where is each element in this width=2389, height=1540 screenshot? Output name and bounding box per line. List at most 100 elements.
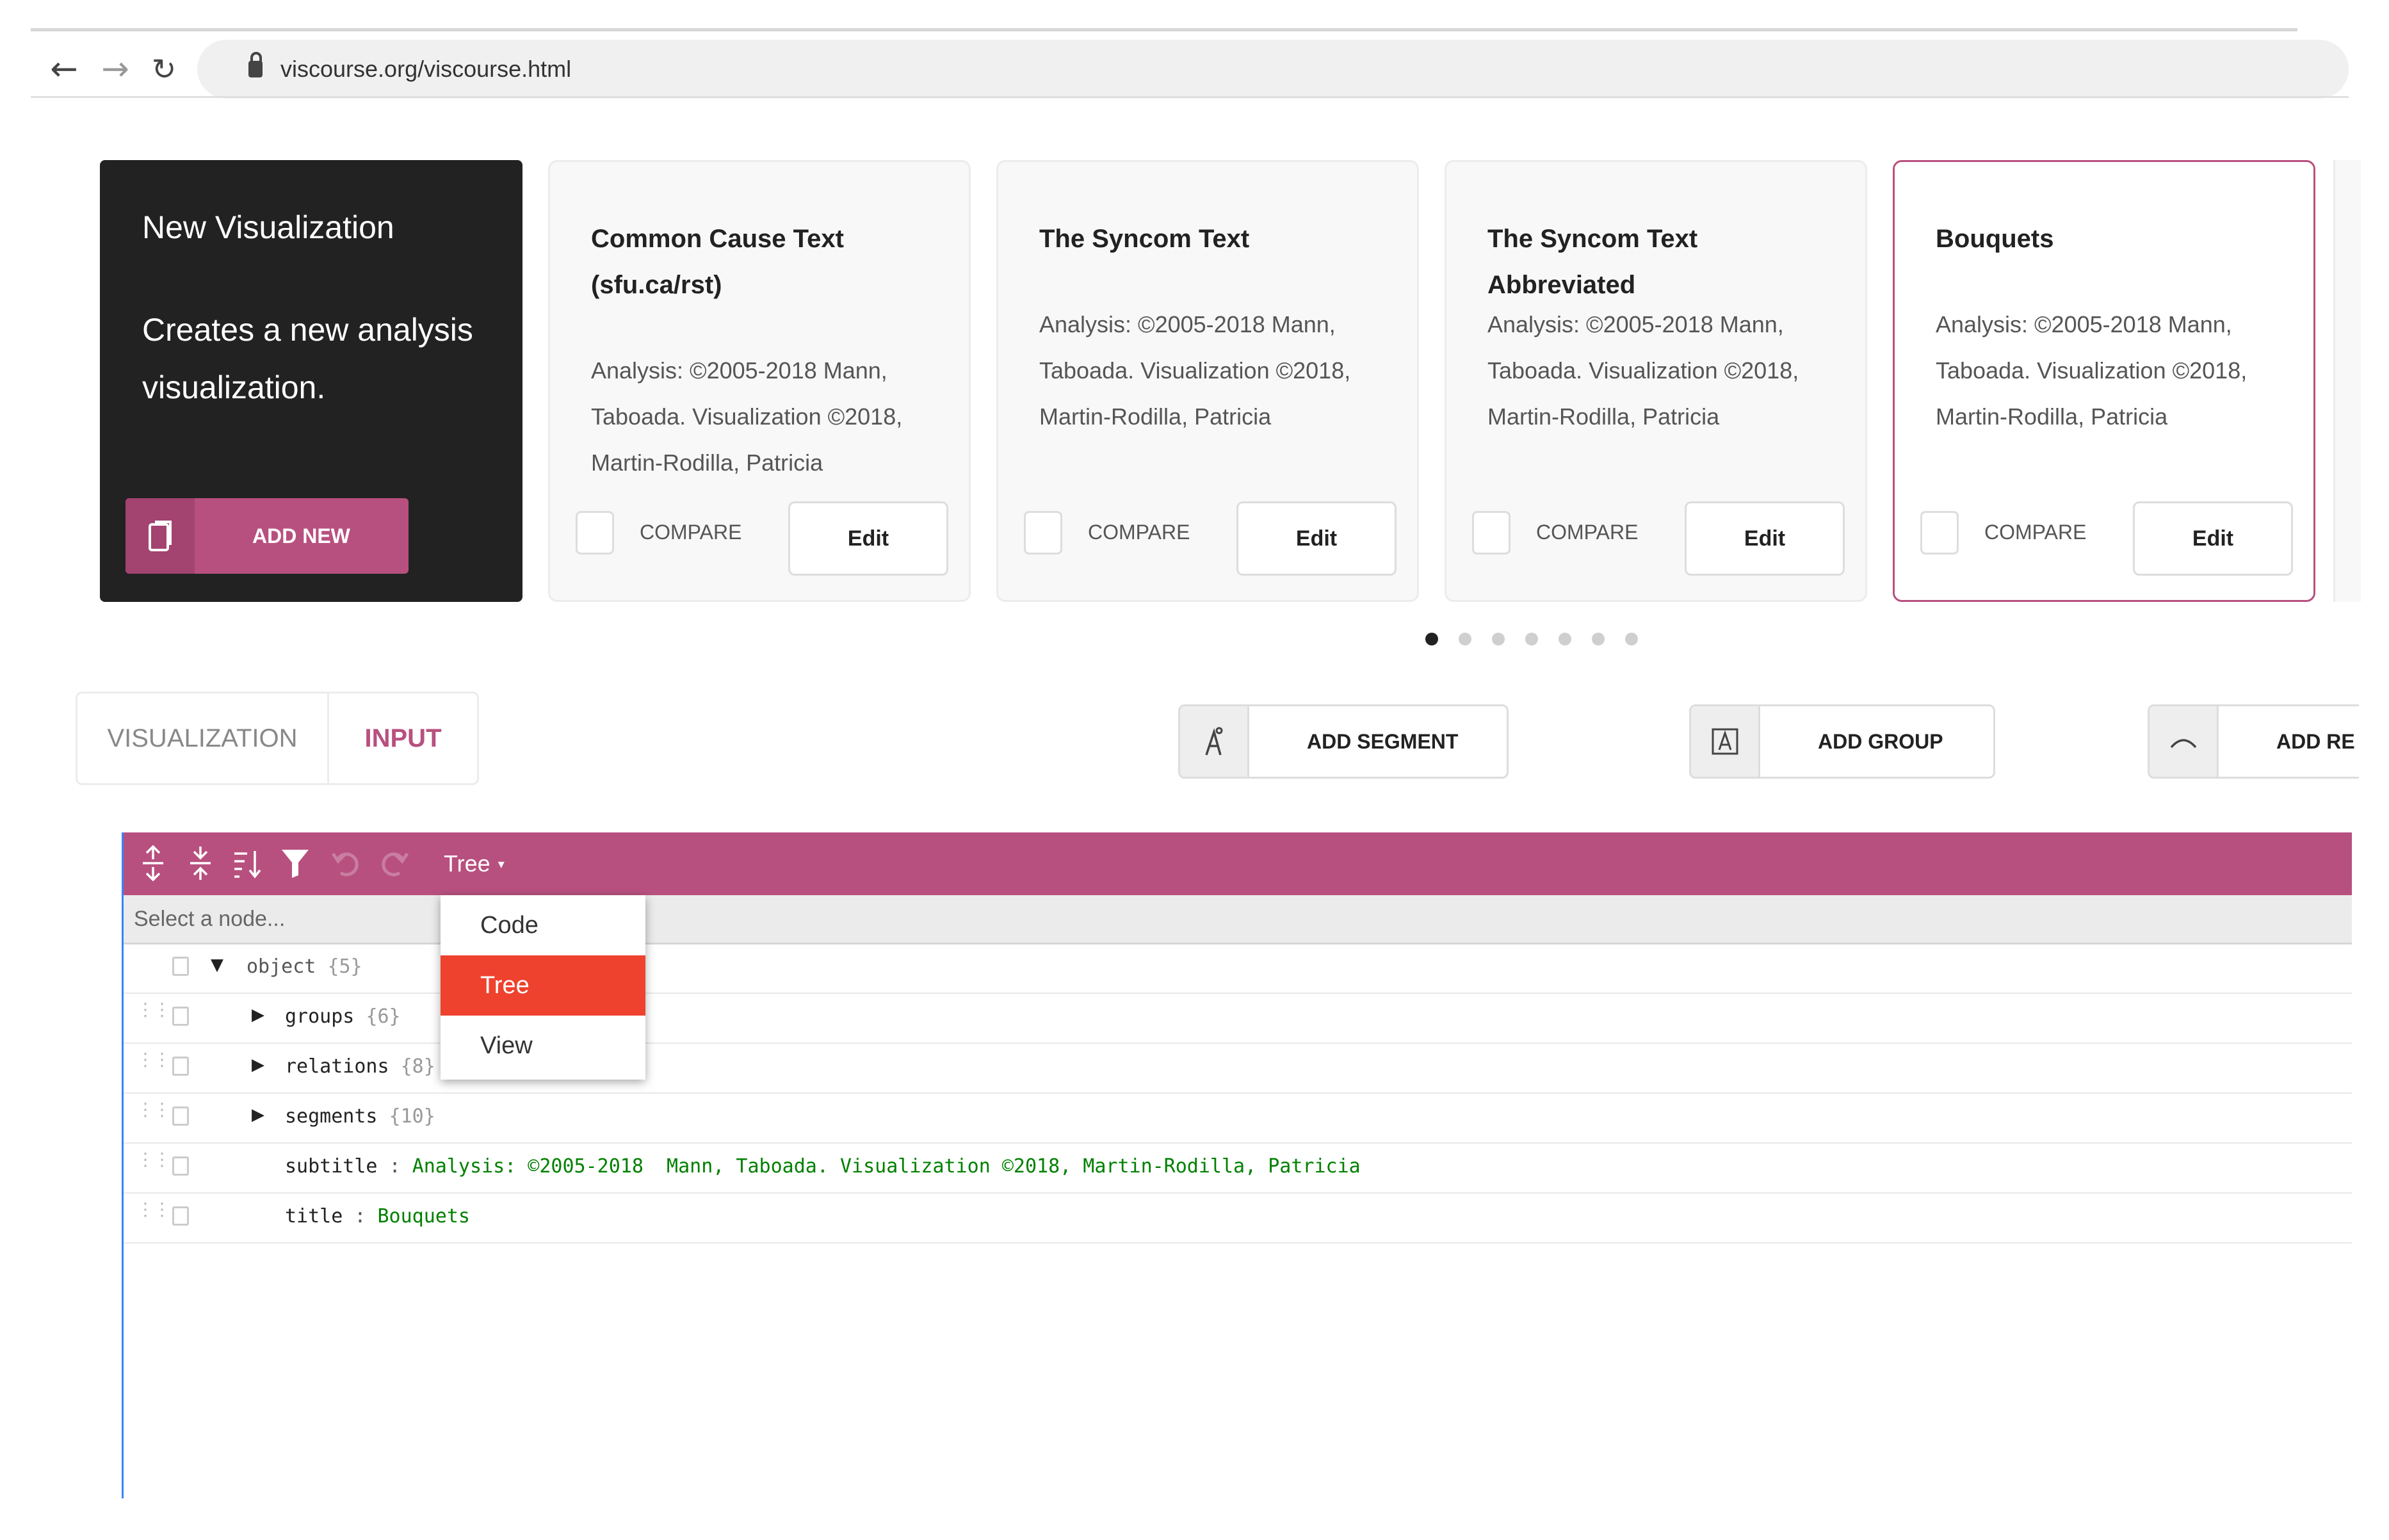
node-count: {6} [366, 1005, 401, 1028]
context-menu-button[interactable] [172, 1156, 189, 1176]
context-menu-button[interactable] [172, 1106, 189, 1126]
field-value[interactable]: Bouquets [378, 1205, 471, 1228]
compare-checkbox[interactable] [1024, 511, 1062, 555]
tree-row[interactable]: ⋮⋮ title : Bouquets [124, 1192, 2352, 1244]
mode-option-label: Code [480, 911, 539, 939]
visualization-card[interactable]: Common Cause Text (sfu.ca/rst) Analysis:… [548, 160, 971, 602]
carousel-dot[interactable] [1559, 633, 1571, 645]
field-key[interactable]: subtitle [285, 1155, 378, 1178]
editor-toolbar: Tree ▾ [124, 832, 2352, 895]
card-title: The Syncom Text [1039, 225, 1250, 253]
node-key: relations [285, 1055, 389, 1078]
carousel-dot[interactable] [1492, 633, 1505, 645]
carousel-dot[interactable] [1425, 633, 1438, 645]
segment-icon [1180, 706, 1249, 777]
add-new-button[interactable]: ADD NEW [126, 498, 409, 574]
tree-row[interactable]: ⋮⋮ ▶ segments {10} [124, 1092, 2352, 1144]
mode-dropdown-menu: Code Tree View [441, 895, 645, 1080]
address-bar: ← → ↻ viscourse.org/viscourse.html [31, 40, 2349, 99]
add-new-label: ADD NEW [252, 524, 350, 547]
tab-visualization[interactable]: VISUALIZATION [77, 693, 329, 783]
new-card-title: New Visualization [142, 209, 394, 245]
edit-button[interactable]: Edit [1236, 501, 1397, 576]
undo-icon[interactable] [327, 844, 366, 882]
mode-selector-button[interactable]: Tree ▾ [444, 845, 505, 882]
window-top-edge [31, 28, 2297, 31]
key-value-separator: : [354, 1205, 366, 1228]
card-title: Bouquets [1936, 225, 2054, 253]
tree-field: subtitle : Analysis: ©2005-2018 Mann, Ta… [285, 1155, 1361, 1178]
carousel-dot[interactable] [1592, 633, 1605, 645]
card-title: Common Cause Text (sfu.ca/rst) [591, 225, 844, 299]
drag-handle-icon[interactable]: ⋮⋮ [136, 1051, 171, 1081]
compare-checkbox[interactable] [576, 511, 614, 555]
expanded-triangle-icon[interactable]: ▼ [211, 955, 223, 975]
context-menu-button[interactable] [172, 1057, 189, 1076]
mode-option-label: View [480, 1032, 533, 1059]
edit-button[interactable]: Edit [2133, 501, 2293, 576]
chevron-down-icon: ▾ [498, 856, 505, 871]
url-text: viscourse.org/viscourse.html [280, 56, 572, 82]
visualization-card[interactable]: The Syncom Text Abbreviated Analysis: ©2… [1445, 160, 1867, 602]
node-key: segments [285, 1105, 378, 1128]
mode-option-label: Tree [480, 971, 530, 999]
node-count: {8} [400, 1055, 435, 1078]
lock-icon [248, 52, 263, 77]
redo-icon[interactable] [375, 844, 413, 882]
compare-checkbox[interactable] [1920, 511, 1959, 555]
tree-row[interactable]: ⋮⋮ subtitle : Analysis: ©2005-2018 Mann,… [124, 1142, 2352, 1194]
tree-field: title : Bouquets [285, 1205, 470, 1228]
collapsed-triangle-icon[interactable]: ▶ [252, 1055, 264, 1074]
node-count: {10} [389, 1105, 435, 1128]
edit-button[interactable]: Edit [788, 501, 948, 576]
root-key: object [247, 955, 316, 978]
new-card-description: Creates a new analysis visualization. [142, 312, 473, 405]
mode-option-tree[interactable]: Tree [441, 955, 645, 1016]
context-menu-button[interactable] [172, 1206, 189, 1226]
card-subtitle: Analysis: ©2005-2018 Mann, Taboada. Visu… [591, 357, 903, 476]
back-arrow-icon[interactable]: ← [44, 49, 85, 90]
context-menu-button[interactable] [172, 957, 189, 976]
visualization-card[interactable]: The Syncom Text Analysis: ©2005-2018 Man… [996, 160, 1419, 602]
expand-all-icon[interactable] [134, 844, 172, 882]
add-group-button[interactable]: ADD GROUP [1689, 704, 1995, 779]
compare-label: COMPARE [640, 521, 742, 544]
next-card-peek[interactable] [2333, 160, 2361, 602]
sort-icon[interactable] [229, 844, 267, 882]
drag-handle-icon[interactable]: ⋮⋮ [136, 1001, 171, 1031]
forward-arrow-icon[interactable]: → [95, 49, 136, 90]
field-key[interactable]: title [285, 1205, 343, 1228]
edit-button[interactable]: Edit [1685, 501, 1845, 576]
new-visualization-card: New Visualization Creates a new analysis… [100, 160, 522, 602]
add-segment-label: ADD SEGMENT [1307, 729, 1459, 753]
compare-checkbox[interactable] [1472, 511, 1510, 555]
carousel-dot[interactable] [1625, 633, 1638, 645]
root-count: {5} [327, 955, 362, 978]
node-path-placeholder: Select a node... [134, 907, 286, 931]
node-key: groups [285, 1005, 355, 1028]
drag-handle-icon[interactable]: ⋮⋮ [136, 1151, 171, 1181]
collapsed-triangle-icon[interactable]: ▶ [252, 1005, 264, 1025]
carousel-dot[interactable] [1459, 633, 1471, 645]
add-group-label: ADD GROUP [1818, 729, 1943, 753]
tab-input[interactable]: INPUT [329, 693, 477, 783]
visualization-card-selected[interactable]: Bouquets Analysis: ©2005-2018 Mann, Tabo… [1893, 160, 2315, 602]
collapse-all-icon[interactable] [181, 844, 220, 882]
field-value[interactable]: Analysis: ©2005-2018 Mann, Taboada. Visu… [412, 1155, 1361, 1178]
drag-handle-icon[interactable]: ⋮⋮ [136, 1101, 171, 1131]
add-relation-button[interactable]: ADD RE [2148, 704, 2359, 779]
context-menu-button[interactable] [172, 1007, 189, 1026]
drag-handle-icon[interactable]: ⋮⋮ [136, 1201, 171, 1231]
collapsed-triangle-icon[interactable]: ▶ [252, 1105, 264, 1124]
add-segment-button[interactable]: ADD SEGMENT [1178, 704, 1509, 779]
compare-label: COMPARE [1536, 521, 1639, 544]
tree-node: groups {6} [285, 1005, 401, 1028]
mode-option-code[interactable]: Code [441, 895, 645, 955]
filter-icon[interactable] [276, 844, 314, 882]
url-field[interactable]: viscourse.org/viscourse.html [197, 40, 2349, 99]
mode-option-view[interactable]: View [441, 1016, 645, 1076]
toolbar-divider [31, 96, 2349, 98]
group-icon [1691, 706, 1760, 777]
carousel-dot[interactable] [1525, 633, 1538, 645]
reload-icon[interactable]: ↻ [143, 49, 184, 90]
